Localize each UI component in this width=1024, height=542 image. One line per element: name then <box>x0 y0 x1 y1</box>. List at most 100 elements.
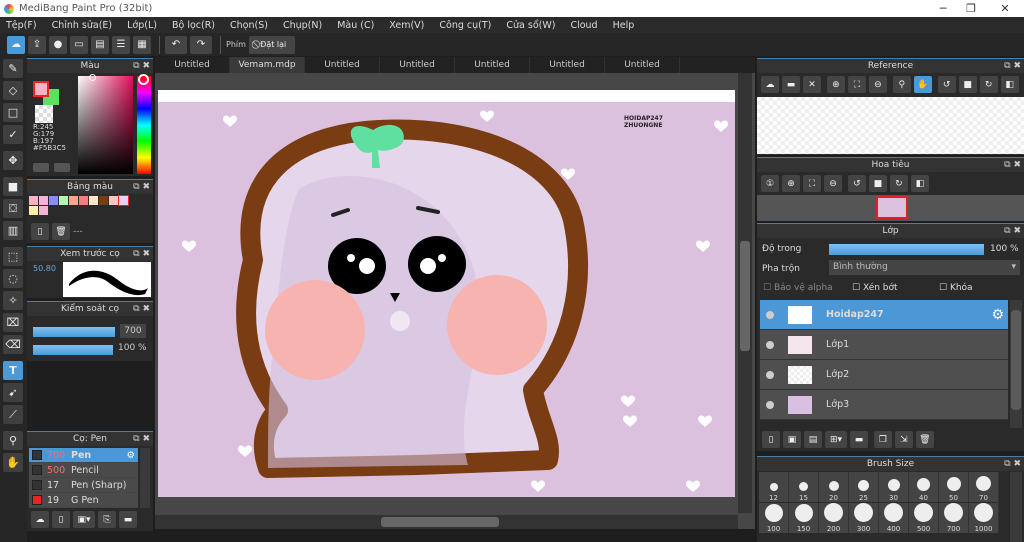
menu-window[interactable]: Cửa sổ(W) <box>506 20 555 31</box>
navigator-view[interactable] <box>757 195 1024 221</box>
brush-list-scrollbar[interactable] <box>140 448 150 508</box>
flip-icon[interactable]: ◧ <box>910 175 929 192</box>
float-close-icon[interactable]: ⧉ ✖ <box>1004 158 1021 172</box>
tab-0[interactable]: Untitled <box>155 57 230 73</box>
gear-icon[interactable]: ⚙ <box>126 450 135 461</box>
fit-icon[interactable]: ⛶ <box>847 76 866 93</box>
brush-size-option[interactable]: 30 <box>879 472 909 502</box>
menu-layer[interactable]: Lớp(L) <box>127 20 157 31</box>
close-icon[interactable]: ✕ <box>803 76 821 93</box>
color-pick-button[interactable] <box>54 163 70 172</box>
select-tool-icon[interactable]: ⬚ <box>3 247 23 266</box>
color-swatch[interactable] <box>109 196 118 205</box>
open-folder-icon[interactable]: ▬ <box>782 76 800 93</box>
float-close-icon[interactable]: ⧉ ✖ <box>133 180 150 194</box>
blend-mode-select[interactable]: Bình thường ▾ <box>829 260 1020 275</box>
brush-item[interactable]: 19 G Pen <box>29 493 138 508</box>
rectangle-tool-icon[interactable]: □ <box>3 103 23 122</box>
clipping-checkbox[interactable]: ☐ Xén bớt <box>852 283 898 293</box>
brush-size-scrollbar[interactable] <box>1010 472 1022 542</box>
layer-opacity-slider[interactable] <box>829 244 984 255</box>
layer-row[interactable]: Hoidap247 ⚙ <box>760 300 1008 330</box>
reset-view-icon[interactable]: ■ <box>868 175 887 192</box>
menu-filter[interactable]: Bộ lọc(R) <box>172 20 215 31</box>
magic-wand-icon[interactable]: ✧ <box>3 291 23 310</box>
vertical-scrollbar[interactable] <box>738 73 752 513</box>
float-close-icon[interactable]: ⧉ ✖ <box>133 302 150 316</box>
grid-icon[interactable]: ▦ <box>133 35 151 54</box>
color-swatch[interactable] <box>118 195 129 206</box>
tab-3[interactable]: Untitled <box>380 57 455 73</box>
brush-size-option[interactable]: 300 <box>849 503 879 533</box>
speech-icon[interactable]: ▭ <box>70 35 88 54</box>
brush-size-slider[interactable] <box>33 327 115 337</box>
menu-help[interactable]: Help <box>613 20 635 31</box>
brush-size-option[interactable]: 12 <box>759 472 789 502</box>
zoom-out-icon[interactable]: ⊖ <box>824 175 842 192</box>
folder-icon[interactable]: ▬ <box>119 511 137 528</box>
redo-icon[interactable]: ↷ <box>190 35 212 54</box>
zoom-out-icon[interactable]: ⊖ <box>868 76 887 93</box>
vertical-scroll-thumb[interactable] <box>740 241 750 351</box>
actual-size-icon[interactable]: ① <box>761 175 779 192</box>
rotate-left-icon[interactable]: ↺ <box>847 175 866 192</box>
copy-brush-icon[interactable]: ⎘ <box>98 511 116 528</box>
layer-scrollbar[interactable] <box>1010 300 1022 428</box>
brush-size-option[interactable]: 50 <box>939 472 969 502</box>
select-pen-icon[interactable]: ⌧ <box>3 313 23 332</box>
duplicate-layer-icon[interactable]: ❐ <box>873 431 892 448</box>
protect-alpha-checkbox[interactable]: ☐ Bảo vệ alpha <box>763 283 833 293</box>
color-swatch[interactable] <box>79 196 88 205</box>
comment-icon[interactable]: ● <box>49 35 67 54</box>
new-brush-icon[interactable]: ▯ <box>52 511 70 528</box>
visibility-toggle-icon[interactable] <box>766 400 774 409</box>
reset-button[interactable]: ⃠ Đặt lại <box>248 35 295 54</box>
menu-tools[interactable]: Công cụ(T) <box>439 20 491 31</box>
select-eraser-icon[interactable]: ⌫ <box>3 335 23 354</box>
list-icon[interactable]: ☰ <box>112 35 130 54</box>
new-palette-icon[interactable]: ▯ <box>31 223 49 240</box>
tab-6[interactable]: Untitled <box>605 57 680 73</box>
layer-row[interactable]: Lớp1 <box>760 330 1008 360</box>
brush-tool-icon[interactable]: ✎ <box>3 59 23 78</box>
canvas[interactable]: HOIDAP247 ZHUONGNE <box>158 90 735 497</box>
gradient-tool-icon[interactable]: ▥ <box>3 221 23 240</box>
saturation-picker[interactable] <box>78 76 133 174</box>
color-swatch[interactable] <box>99 196 108 205</box>
merge-layer-icon[interactable]: ⇲ <box>894 431 913 448</box>
cloud-brush-icon[interactable]: ☁ <box>31 511 49 528</box>
transparent-color[interactable] <box>35 105 53 123</box>
brush-item[interactable]: 700 Pen ⚙ <box>29 448 138 463</box>
flip-icon[interactable]: ◧ <box>1000 76 1019 93</box>
blur-tool-icon[interactable]: ⟋ <box>3 405 23 424</box>
fill-rect-tool-icon[interactable]: ■ <box>3 177 23 196</box>
brush-size-option[interactable]: 700 <box>939 503 969 533</box>
hue-slider[interactable] <box>137 76 151 174</box>
visibility-toggle-icon[interactable] <box>766 310 774 319</box>
brush-item[interactable]: 500 Pencil <box>29 463 138 478</box>
cloud-icon[interactable]: ☁ <box>761 76 779 93</box>
rotate-right-icon[interactable]: ↻ <box>889 175 908 192</box>
visibility-toggle-icon[interactable] <box>766 340 774 349</box>
menu-edit[interactable]: Chỉnh sửa(E) <box>52 20 113 31</box>
float-close-icon[interactable]: ⧉ ✖ <box>1004 59 1021 73</box>
brush-size-option[interactable]: 1000 <box>969 503 999 533</box>
check-tool-icon[interactable]: ✓ <box>3 125 23 144</box>
lasso-tool-icon[interactable]: ◌ <box>3 269 23 288</box>
eyedropper-tool-icon[interactable]: ⚲ <box>3 431 23 450</box>
hand-tool-icon[interactable]: ✋ <box>3 453 23 472</box>
primary-color[interactable] <box>33 81 49 97</box>
bucket-tool-icon[interactable]: ⛋ <box>3 199 23 218</box>
brush-opacity-slider[interactable] <box>33 345 113 355</box>
eyedropper-icon[interactable]: ⚲ <box>892 76 911 93</box>
reference-view[interactable] <box>757 97 1024 154</box>
cloud-icon[interactable]: ☁ <box>7 35 25 54</box>
menu-select[interactable]: Chọn(S) <box>230 20 268 31</box>
reset-view-icon[interactable]: ■ <box>958 76 977 93</box>
visibility-toggle-icon[interactable] <box>766 370 774 379</box>
menu-cloud[interactable]: Cloud <box>570 20 597 31</box>
menu-view[interactable]: Xem(V) <box>389 20 424 31</box>
tab-2[interactable]: Untitled <box>305 57 380 73</box>
brush-size-option[interactable]: 150 <box>789 503 819 533</box>
float-close-icon[interactable]: ⧉ ✖ <box>133 432 150 446</box>
